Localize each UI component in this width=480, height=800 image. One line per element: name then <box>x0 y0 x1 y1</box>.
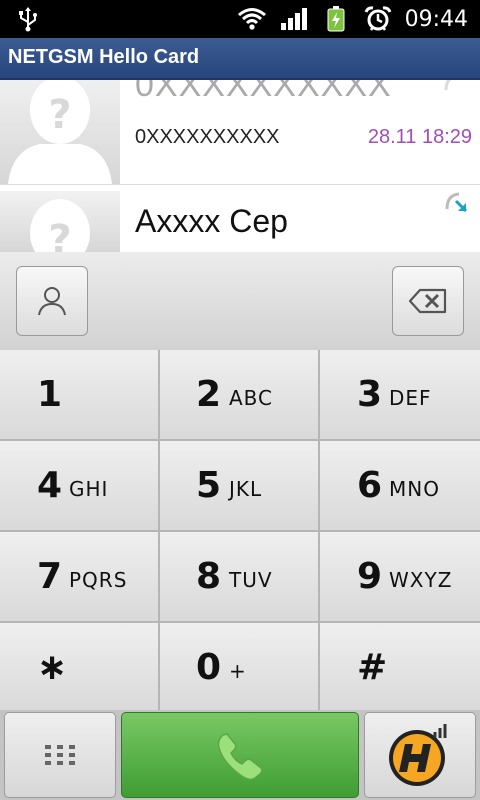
backspace-icon <box>408 288 447 314</box>
key-digit: 6 <box>357 465 383 506</box>
bottom-action-bar <box>0 710 480 800</box>
call-log-list[interactable]: ? 0XXXXXXXXXX 0XXXXXXXXXX 28.11 18:29 ? … <box>0 80 480 252</box>
dial-keypad: 1 2 ABC 3 DEF 4 GHI 5 JKL 6 MNO 7 PQRS 8 TUV 9W… <box>0 350 480 712</box>
key-letters: ABC <box>229 386 274 410</box>
svg-text:?: ? <box>48 92 71 138</box>
key-4[interactable]: 4 GHI <box>0 441 158 530</box>
key-1[interactable]: 1 <box>0 350 158 439</box>
key-letters: JKL <box>229 477 263 501</box>
app-title: NETGSM Hello Card <box>8 46 200 68</box>
key-digit: ∗ <box>37 647 68 688</box>
key-digit: 0 <box>196 647 222 688</box>
person-icon <box>38 287 66 316</box>
key-digit: 4 <box>37 465 63 506</box>
alarm-icon <box>363 6 393 32</box>
key-letters: TUV <box>229 568 273 592</box>
outgoing-call-icon <box>445 192 468 213</box>
key-7[interactable]: 7 PQRS <box>0 532 158 621</box>
call-log-item[interactable]: ? Axxxx Cep <box>0 184 480 252</box>
backspace-button[interactable] <box>392 266 464 336</box>
key-digit: 9 <box>357 556 383 597</box>
key-digit: 7 <box>37 556 63 597</box>
clock: 09:44 <box>404 6 468 32</box>
key-letters: PQRS <box>69 568 128 592</box>
signal-icon <box>279 6 309 32</box>
key-letters: GHI <box>69 477 109 501</box>
status-bar: 09:44 <box>0 0 480 38</box>
usb-icon <box>19 7 37 32</box>
call-button[interactable] <box>121 712 359 798</box>
keypad-toggle-button[interactable] <box>4 712 116 798</box>
contacts-button[interactable] <box>16 266 88 336</box>
key-digit: 8 <box>196 556 222 597</box>
key-digit: # <box>357 647 388 688</box>
dial-input-bar <box>0 252 480 351</box>
call-log-item[interactable]: ? 0XXXXXXXXXX 0XXXXXXXXXX 28.11 18:29 <box>0 80 480 184</box>
key-3[interactable]: 3 DEF <box>320 350 480 439</box>
key-0[interactable]: 0 + <box>160 623 318 712</box>
call-log-time: 28.11 18:29 <box>367 126 472 148</box>
key-2[interactable]: 2 ABC <box>160 350 318 439</box>
app-title-bar: NETGSM Hello Card <box>0 38 480 80</box>
unknown-contact-icon: ? <box>0 191 120 252</box>
netgsm-brand-button[interactable] <box>364 712 476 798</box>
phone-handset-icon <box>217 733 263 781</box>
key-hash[interactable]: # <box>320 623 480 712</box>
key-8[interactable]: 8 TUV <box>160 532 318 621</box>
key-letters: MNO <box>389 477 440 501</box>
call-type-icon <box>444 80 451 91</box>
key-digit: 3 <box>357 374 383 415</box>
key-5[interactable]: 5 JKL <box>160 441 318 530</box>
battery-charging-icon <box>321 6 351 32</box>
call-log-number: 0XXXXXXXXXX <box>135 126 280 148</box>
key-letters: + <box>229 659 247 683</box>
key-digit: 2 <box>196 374 222 415</box>
keypad-grid-icon <box>45 745 75 765</box>
key-digit: 5 <box>196 465 222 506</box>
unknown-contact-icon: ? <box>0 80 120 184</box>
call-log-number-large: 0XXXXXXXXXX <box>135 80 392 104</box>
key-9[interactable]: 9 WXYZ <box>320 532 480 621</box>
call-log-contact-name: Axxxx Cep <box>135 203 288 239</box>
key-digit: 1 <box>37 374 63 415</box>
key-6[interactable]: 6 MNO <box>320 441 480 530</box>
key-letters: WXYZ <box>389 568 453 592</box>
netgsm-logo-icon <box>389 724 447 786</box>
wifi-icon <box>237 6 267 32</box>
svg-text:?: ? <box>48 217 71 252</box>
key-star[interactable]: ∗ <box>0 623 158 712</box>
key-letters: DEF <box>389 386 432 410</box>
